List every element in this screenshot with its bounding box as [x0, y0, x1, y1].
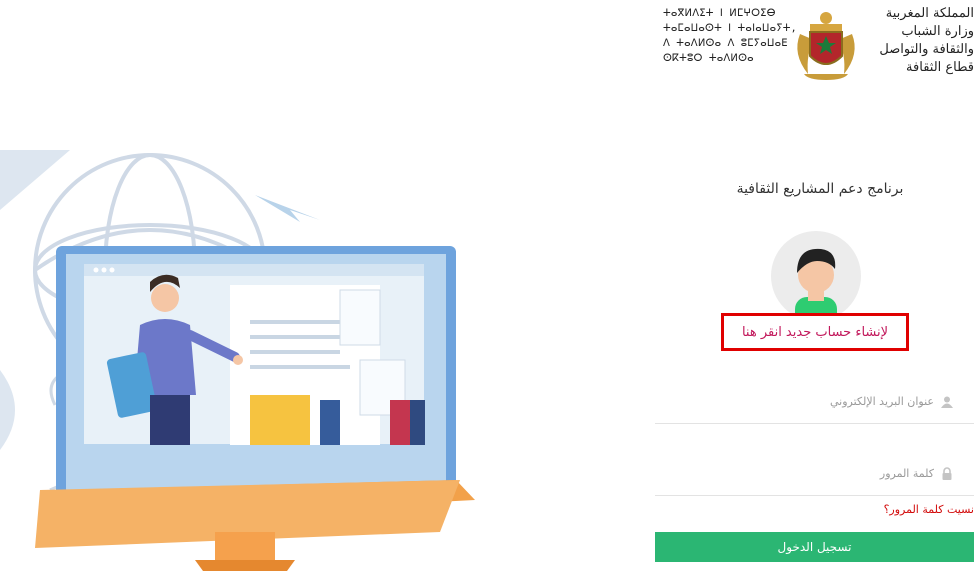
forgot-password-link[interactable]: نسيت كلمة المرور؟	[884, 503, 974, 516]
arabic-line: وزارة الشباب	[901, 24, 974, 39]
ministry-name-arabic: المملكة المغربية وزارة الشباب والثقافة و…	[864, 5, 974, 77]
login-button[interactable]: تسجيل الدخول	[655, 532, 974, 562]
paper-plane-icon	[255, 195, 320, 222]
amazigh-line: ⴷ ⵜⴰⴷⵍⵙⴰ ⴷ ⵓⵎⵢⴰⵡⴰⴹ	[663, 38, 788, 49]
hero-illustration	[0, 150, 475, 571]
password-field-row	[655, 452, 974, 496]
monitor-illustration	[35, 246, 475, 548]
lock-icon	[940, 466, 954, 481]
password-input[interactable]	[655, 467, 934, 480]
arabic-line: المملكة المغربية	[885, 6, 974, 21]
arabic-line: والثقافة والتواصل	[879, 42, 974, 57]
amazigh-line: ⵙⴽⵜⵓⵔ ⵜⴰⴷⵍⵙⴰ	[663, 53, 754, 64]
email-input[interactable]	[655, 395, 934, 408]
email-field-row	[655, 380, 974, 424]
arabic-line: قطاع الثقافة	[906, 60, 974, 75]
user-icon	[940, 395, 954, 409]
create-account-link[interactable]: لإنشاء حساب جديد انقر هنا	[721, 313, 909, 351]
amazigh-line: ⵜⴰⵎⴰⵡⴰⵙⵜ ⵏ ⵜⴰⵏⴰⵡⴰⵢⵜ,	[663, 23, 797, 34]
morocco-coat-of-arms-icon	[797, 12, 855, 80]
amazigh-line: ⵜⴰⴳⵍⴷⵉⵜ ⵏ ⵍⵎⵖⵔⵉⴱ	[663, 8, 776, 19]
user-avatar-icon	[771, 231, 861, 321]
program-title: برنامج دعم المشاريع الثقافية	[736, 181, 904, 197]
ministry-name-amazigh: ⵜⴰⴳⵍⴷⵉⵜ ⵏ ⵍⵎⵖⵔⵉⴱ ⵜⴰⵎⴰⵡⴰⵙⵜ ⵏ ⵜⴰⵏⴰⵡⴰⵢⵜ, ⴷ …	[663, 6, 797, 66]
